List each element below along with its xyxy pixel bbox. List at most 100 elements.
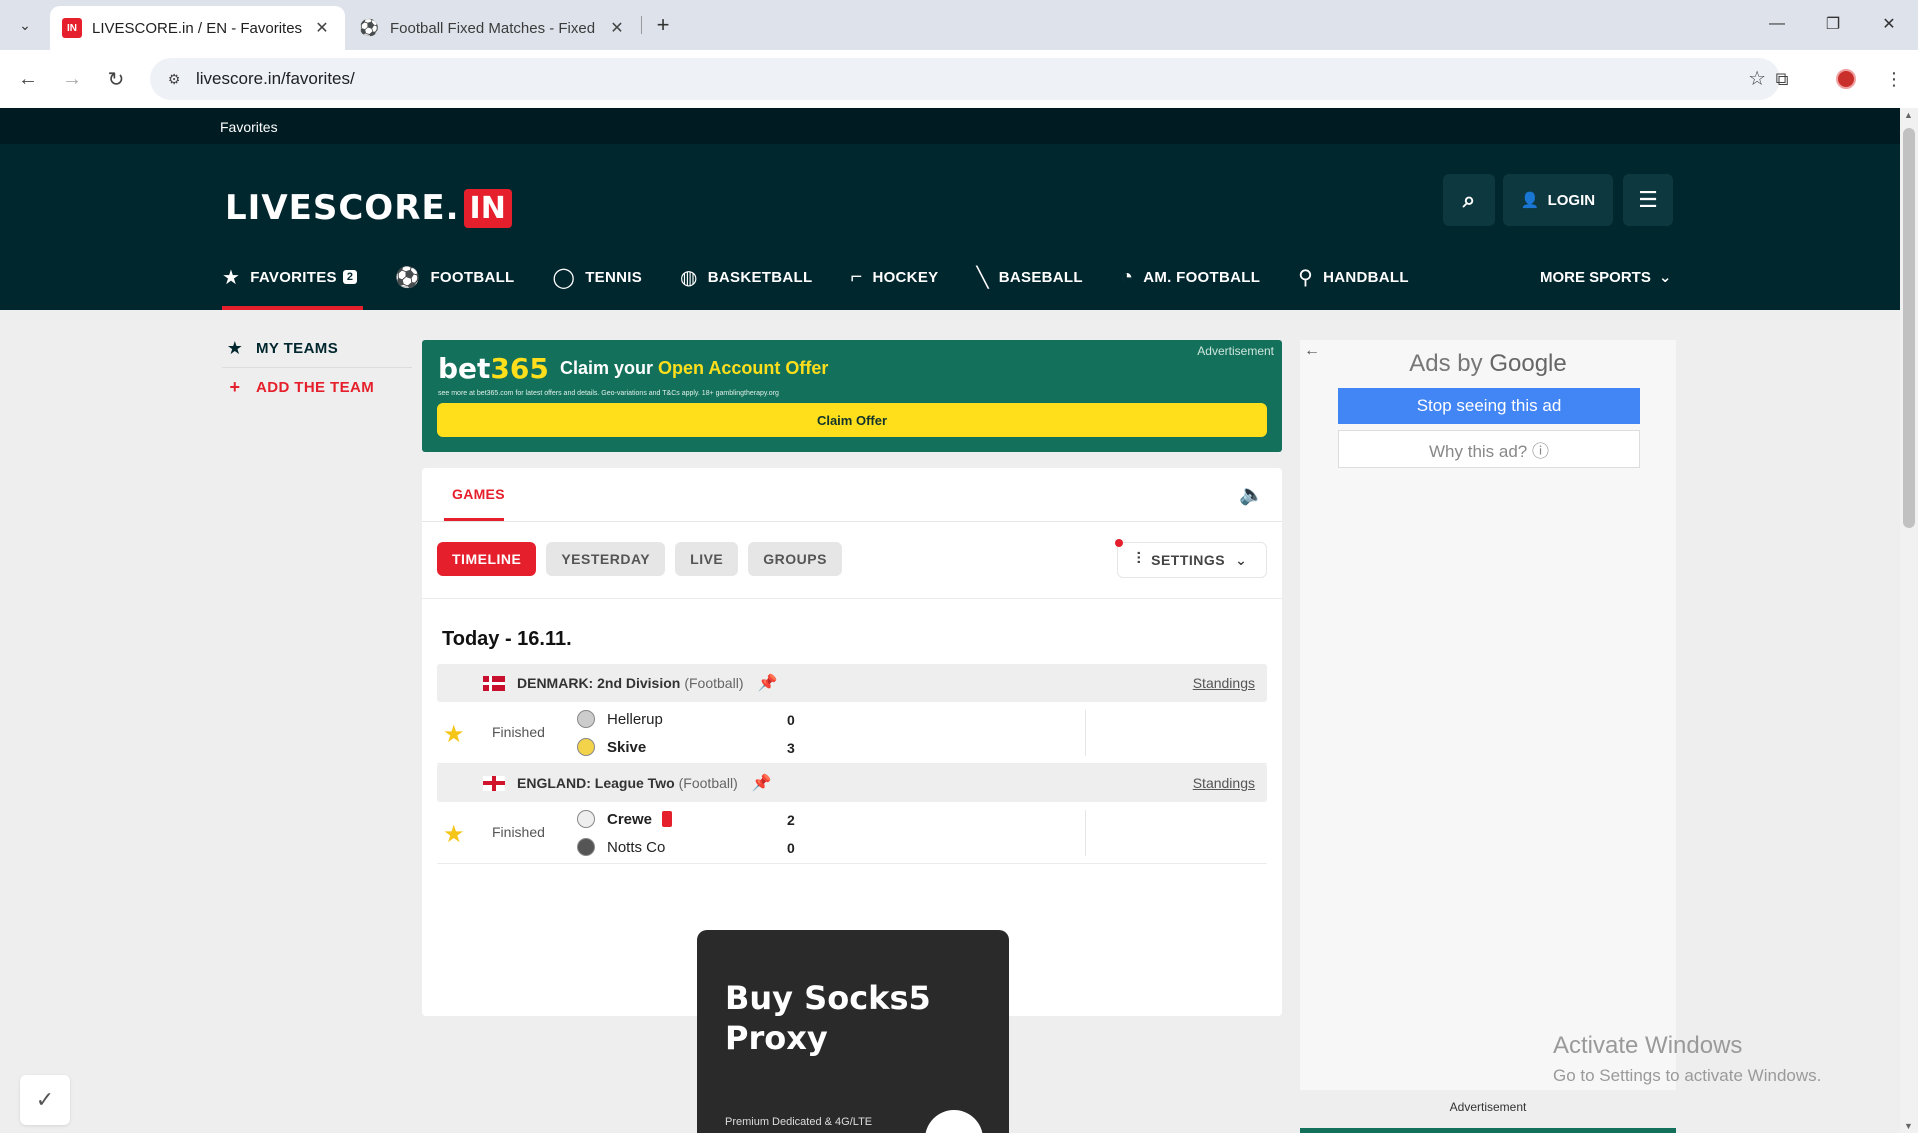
close-tab-icon[interactable]: ✕: [604, 15, 630, 41]
filter-live[interactable]: LIVE: [675, 542, 739, 576]
nav-tennis[interactable]: ◯ TENNIS: [553, 244, 643, 310]
league-header[interactable]: DENMARK: 2nd Division (Football) 📌 Stand…: [437, 664, 1267, 702]
sliders-icon: ⫶: [1136, 551, 1142, 568]
logo-badge: IN: [463, 188, 512, 228]
match-row[interactable]: ★ Finished Hellerup Skive 0 3: [437, 702, 1267, 764]
match-status: Finished: [492, 824, 545, 840]
reload-icon[interactable]: ↻: [100, 63, 132, 95]
site-logo[interactable]: LIVESCORE. IN: [225, 186, 512, 230]
league-header[interactable]: ENGLAND: League Two (Football) 📌 Standin…: [437, 764, 1267, 802]
team-name: Hellerup: [607, 710, 663, 728]
search-button[interactable]: ⌕: [1443, 174, 1495, 226]
user-icon: 👤: [1520, 192, 1540, 209]
football-icon: ⚽: [395, 266, 421, 289]
star-icon: ★: [226, 338, 244, 358]
settings-label: SETTINGS: [1151, 552, 1226, 568]
browser-toolbar: ← → ↻ ⚙ livescore.in/favorites/ ☆ ⧉ ⋮: [0, 50, 1918, 108]
why-this-ad-button[interactable]: Why this ad? ⓘ: [1338, 430, 1640, 468]
tab-search-chevron-icon[interactable]: ⌄: [10, 10, 40, 40]
windows-activation-watermark: Activate Windows Go to Settings to activ…: [1553, 1032, 1821, 1086]
pin-icon[interactable]: 📌: [752, 773, 772, 793]
brand-part-a: bet: [438, 352, 491, 385]
nav-label: TENNIS: [585, 268, 643, 286]
breadcrumb[interactable]: Favorites: [220, 119, 278, 135]
ad-fine-print: see more at bet365.com for latest offers…: [438, 390, 779, 397]
extensions-icon[interactable]: ⧉: [1766, 63, 1798, 95]
forward-icon[interactable]: →: [56, 63, 88, 95]
back-icon[interactable]: ←: [12, 63, 44, 95]
chevron-down-icon: ⌄: [1658, 269, 1672, 286]
sound-icon[interactable]: 🔈: [1239, 482, 1264, 507]
close-tab-icon[interactable]: ✕: [309, 15, 335, 41]
standings-link[interactable]: Standings: [1193, 775, 1255, 791]
favorite-star-icon[interactable]: ★: [443, 720, 465, 749]
scroll-up-icon[interactable]: ▲: [1904, 110, 1913, 120]
games-filters: TIMELINE YESTERDAY LIVE GROUPS: [437, 542, 852, 576]
nav-basketball[interactable]: ◍ BASKETBALL: [680, 244, 812, 310]
page: Favorites LIVESCORE. IN ⌕ 👤 LOGIN ☰ ★ FA…: [0, 108, 1900, 1133]
nav-hockey[interactable]: ⌐ HOCKEY: [850, 244, 938, 310]
filter-groups[interactable]: GROUPS: [748, 542, 842, 576]
my-teams-item[interactable]: ★ MY TEAMS: [222, 330, 412, 368]
stop-seeing-ad-button[interactable]: Stop seeing this ad: [1338, 388, 1640, 424]
page-scrollbar[interactable]: ▲ ▼: [1900, 108, 1918, 1133]
claim-offer-button[interactable]: Claim Offer: [437, 403, 1267, 437]
nav-label: BASKETBALL: [707, 268, 813, 286]
add-team-link[interactable]: + ADD THE TEAM: [222, 368, 412, 406]
pin-icon[interactable]: 📌: [757, 673, 777, 693]
filter-yesterday[interactable]: YESTERDAY: [546, 542, 666, 576]
away-score: 3: [787, 740, 795, 756]
close-window-icon[interactable]: ✕: [1867, 8, 1911, 40]
standings-link[interactable]: Standings: [1193, 675, 1255, 691]
menu-kebab-icon[interactable]: ⋮: [1878, 63, 1910, 95]
tab-games[interactable]: GAMES: [452, 486, 505, 502]
league-name: DENMARK: 2nd Division: [517, 675, 681, 691]
england-flag-icon: [483, 775, 505, 791]
scrollbar-thumb[interactable]: [1903, 128, 1915, 528]
plus-icon: +: [229, 376, 241, 397]
new-tab-icon[interactable]: +: [648, 10, 678, 40]
nav-favorites[interactable]: ★ FAVORITES 2: [222, 244, 364, 310]
scroll-down-icon[interactable]: ▼: [1904, 1121, 1913, 1131]
nav-label: AM. FOOTBALL: [1143, 268, 1261, 286]
watermark-line1: Activate Windows: [1553, 1032, 1743, 1059]
bookmark-star-icon[interactable]: ☆: [1748, 66, 1766, 91]
nav-am-football[interactable]: ◔ AM. FOOTBALL: [1121, 244, 1260, 310]
my-teams-label: MY TEAMS: [256, 340, 339, 357]
star-icon: ★: [222, 266, 241, 289]
red-card-icon: [662, 811, 673, 827]
google-label: Google: [1489, 350, 1567, 377]
settings-dropdown[interactable]: ⫶ SETTINGS ⌄: [1115, 539, 1267, 578]
profile-avatar[interactable]: [1836, 69, 1856, 89]
login-button[interactable]: 👤 LOGIN: [1503, 174, 1613, 226]
league-name: ENGLAND: League Two: [517, 775, 675, 791]
denmark-flag-icon: [483, 675, 505, 691]
more-sports-dropdown[interactable]: MORE SPORTS ⌄: [1540, 244, 1671, 310]
bet365-ad-banner[interactable]: Advertisement bet365 Claim your Open Acc…: [422, 340, 1282, 452]
site-info-icon[interactable]: ⚙: [162, 67, 186, 91]
proxy-ad[interactable]: Buy Socks5 Proxy Premium Dedicated & 4G/…: [697, 930, 1009, 1133]
hamburger-menu-button[interactable]: ☰: [1623, 174, 1673, 226]
restore-icon[interactable]: ❐: [1811, 8, 1855, 40]
nav-baseball[interactable]: ╲ BASEBALL: [976, 244, 1082, 310]
address-bar[interactable]: ⚙ livescore.in/favorites/ ☆: [150, 58, 1780, 100]
privacy-shield-icon[interactable]: ✓: [20, 1075, 70, 1125]
nav-football[interactable]: ⚽ FOOTBALL: [395, 244, 514, 310]
tab-separator: [641, 16, 642, 34]
tab-livescore[interactable]: IN LIVESCORE.in / EN - Favorites ✕: [50, 6, 345, 50]
nav-handball[interactable]: ⚲ HANDBALL: [1298, 244, 1409, 310]
minimize-icon[interactable]: —: [1755, 8, 1799, 40]
team-crest-icon: [577, 838, 595, 856]
arrow-right-icon[interactable]: ›: [925, 1110, 983, 1133]
search-icon: ⌕: [1462, 187, 1476, 212]
ad-label: Advertisement: [1197, 344, 1274, 358]
basketball-icon: ◍: [680, 266, 698, 289]
filter-timeline[interactable]: TIMELINE: [437, 542, 537, 576]
tab-fixed-matches[interactable]: ⚽ Football Fixed Matches - Fixed ✕: [350, 6, 640, 50]
favorite-star-icon[interactable]: ★: [443, 820, 465, 849]
logo-text: LIVESCORE.: [225, 188, 460, 228]
match-row[interactable]: ★ Finished Crewe Notts Co 2 0: [437, 802, 1267, 864]
favorites-count-badge: 2: [342, 270, 358, 284]
date-heading: Today - 16.11.: [442, 628, 572, 650]
nav-label: FOOTBALL: [430, 268, 515, 286]
